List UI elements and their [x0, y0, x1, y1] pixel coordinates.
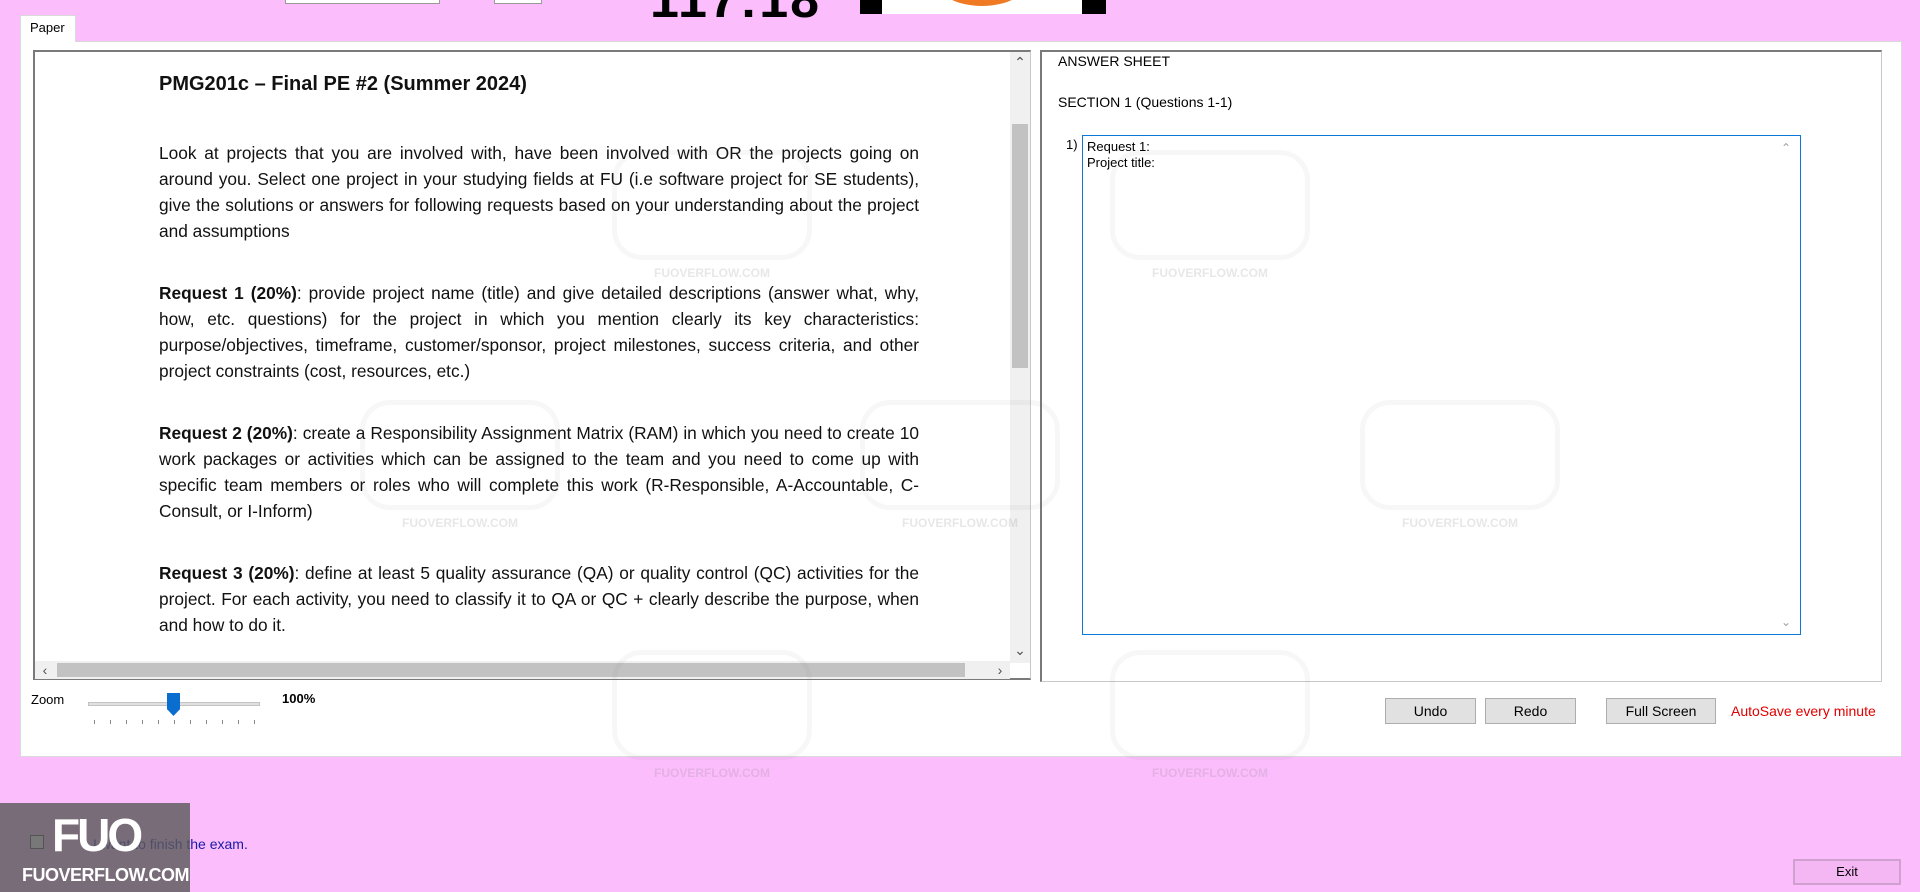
section-heading: SECTION 1 (Questions 1-1)	[1058, 94, 1233, 110]
scroll-left-icon[interactable]: ‹	[35, 660, 55, 680]
avatar-partial	[882, 0, 1082, 14]
paper-title: PMG201c – Final PE #2 (Summer 2024)	[159, 73, 527, 95]
fuoverflow-logo-text: FUOVERFLOW.COM	[22, 865, 190, 885]
tab-paper[interactable]: Paper	[20, 15, 76, 42]
timer-display: 117:18	[650, 0, 822, 29]
scroll-up-icon[interactable]: ⌃	[1010, 52, 1030, 72]
full-screen-button[interactable]: Full Screen	[1606, 698, 1716, 724]
top-spinner-partial	[494, 0, 542, 4]
timer-bar-left	[860, 0, 882, 14]
answer-scroll-down-icon[interactable]: ⌄	[1776, 612, 1796, 632]
watermark-text: FUOVERFLOW.COM	[654, 766, 770, 780]
paper-content: PMG201c – Final PE #2 (Summer 2024) Look…	[159, 70, 919, 674]
request-3: Request 3 (20%): define at least 5 quali…	[159, 560, 919, 638]
scroll-right-icon[interactable]: ›	[990, 660, 1010, 680]
answer-textarea[interactable]: Request 1: Project title:	[1082, 135, 1801, 635]
paper-horizontal-scrollbar[interactable]	[35, 661, 1010, 679]
fuo-logo-icon: FUO	[52, 809, 143, 861]
zoom-value: 100%	[282, 691, 316, 706]
autosave-note: AutoSave every minute	[1731, 703, 1876, 719]
request-2: Request 2 (20%): create a Responsibility…	[159, 420, 919, 524]
watermark-text: FUOVERFLOW.COM	[1152, 766, 1268, 780]
answer-scroll-up-icon[interactable]: ⌃	[1776, 138, 1796, 158]
paper-intro: Look at projects that you are involved w…	[159, 143, 919, 241]
paper-vertical-scrollbar[interactable]	[1010, 52, 1030, 663]
redo-button[interactable]: Redo	[1485, 698, 1576, 724]
zoom-ticks	[94, 720, 256, 724]
zoom-label: Zoom	[31, 692, 65, 707]
answer-sheet-title: ANSWER SHEET	[1058, 53, 1171, 69]
request-1: Request 1 (20%): provide project name (t…	[159, 280, 919, 384]
question-number: 1)	[1066, 137, 1078, 152]
request-label: Request 3 (20%)	[159, 563, 295, 583]
request-label: Request 2 (20%)	[159, 423, 293, 443]
scroll-down-icon[interactable]: ⌄	[1010, 640, 1030, 660]
undo-button[interactable]: Undo	[1385, 698, 1476, 724]
exit-button[interactable]: Exit	[1793, 859, 1901, 885]
scrollbar-thumb[interactable]	[1012, 124, 1028, 368]
top-input-partial	[285, 0, 440, 4]
scrollbar-thumb[interactable]	[57, 663, 965, 677]
paper-viewer[interactable]: PMG201c – Final PE #2 (Summer 2024) Look…	[33, 50, 1031, 680]
request-label: Request 1 (20%)	[159, 283, 297, 303]
timer-bar-right	[1082, 0, 1106, 14]
